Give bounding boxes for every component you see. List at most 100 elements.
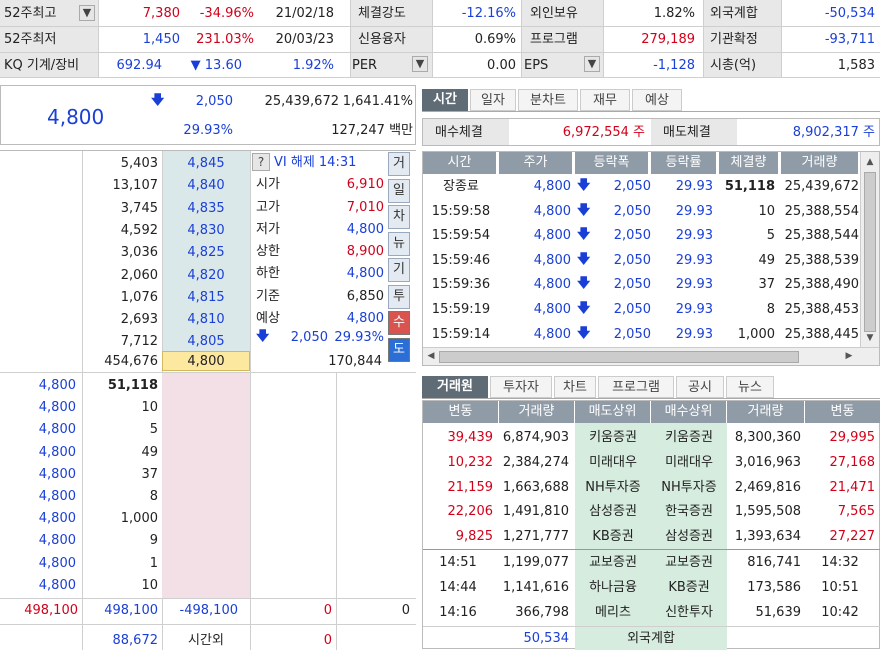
- tick-header[interactable]: 거래량: [781, 152, 859, 174]
- bid-price[interactable]: 4,800: [0, 446, 76, 459]
- broker-sell-name[interactable]: NH투자증: [575, 481, 651, 494]
- arrow-down-icon: 🡇: [577, 276, 591, 292]
- bid-price[interactable]: 4,800: [0, 534, 76, 547]
- summary-grid: 52주최고 ▼ 7,380 -34.96% 21/02/18 체결강도 -12.…: [0, 0, 880, 78]
- broker-buy-name[interactable]: 키움증권: [651, 431, 727, 444]
- broker-buy-name[interactable]: 미래대우: [651, 456, 727, 469]
- tab-time-4[interactable]: 예상: [632, 89, 682, 111]
- price-box: 4,800 🡇 2,050 25,439,672 1,641.41% 29.93…: [0, 85, 416, 145]
- tab-broker-3[interactable]: 프로그램: [598, 376, 674, 398]
- side-tab[interactable]: 뉴: [388, 231, 410, 256]
- broker-sell-volume: 2,384,274: [502, 454, 569, 470]
- tick-time: 15:59:46: [431, 252, 491, 268]
- chevron-down-icon[interactable]: ▼: [79, 5, 95, 21]
- tick-qty: 1,000: [737, 326, 775, 342]
- side-tab[interactable]: 투: [388, 284, 410, 309]
- broker-sell-change: 21,159: [447, 479, 494, 495]
- broker-buy-name[interactable]: 삼성증권: [651, 530, 727, 543]
- broker-sell-name[interactable]: 하나금융: [575, 581, 651, 594]
- tab-time-3[interactable]: 재무: [580, 89, 630, 111]
- bid-price[interactable]: 4,800: [0, 557, 76, 570]
- tick-price: 4,800: [533, 326, 571, 342]
- scroll-down-icon[interactable]: ▼: [864, 332, 876, 344]
- ask-price[interactable]: 4,805: [162, 335, 250, 348]
- volume: 25,439,672: [264, 94, 339, 109]
- info-value: 6,910: [346, 177, 384, 192]
- scroll-right-icon[interactable]: ▶: [843, 351, 855, 361]
- broker-sell-name[interactable]: 미래대우: [575, 456, 651, 469]
- tab-time-0[interactable]: 시간: [422, 89, 468, 111]
- broker-header: 거래량: [727, 401, 805, 423]
- horizontal-scrollbar[interactable]: ◀ ▶: [423, 347, 879, 365]
- tick-time: 장종료: [443, 179, 479, 194]
- ask-price[interactable]: 4,835: [162, 202, 250, 215]
- total-bid-qty: 170,844: [328, 354, 382, 369]
- broker-buy-change: 29,995: [829, 430, 876, 445]
- side-tab[interactable]: 거: [388, 152, 410, 176]
- side-tab[interactable]: 차: [388, 205, 410, 229]
- tab-broker-1[interactable]: 투자자: [490, 376, 552, 398]
- side-tab[interactable]: 기: [388, 258, 410, 282]
- foot-c: -498,100: [179, 603, 238, 618]
- scroll-left-icon[interactable]: ◀: [425, 351, 437, 361]
- tab-broker-2[interactable]: 차트: [554, 376, 596, 398]
- tick-qty: 37: [758, 277, 775, 293]
- ask-price[interactable]: 4,840: [162, 179, 250, 192]
- tick-rate: 29.93: [675, 228, 713, 244]
- bid-price[interactable]: 4,800: [0, 468, 76, 481]
- help-button[interactable]: ?: [252, 153, 270, 171]
- ask-price[interactable]: 4,830: [162, 224, 250, 237]
- tab-time-2[interactable]: 분차트: [518, 89, 578, 111]
- foreign-sum-label: 외국계합: [627, 631, 675, 646]
- bid-price[interactable]: 4,800: [0, 423, 76, 436]
- broker-sell-name[interactable]: 메리츠: [575, 606, 651, 619]
- tab-broker-0[interactable]: 거래원: [422, 376, 488, 398]
- broker-buy-name[interactable]: 교보증권: [651, 556, 727, 569]
- bid-price[interactable]: 4,800: [0, 579, 76, 592]
- ask-price[interactable]: 4,810: [162, 313, 250, 326]
- chevron-down-icon[interactable]: ▼: [584, 56, 600, 72]
- ask-price[interactable]: 4,825: [162, 246, 250, 259]
- bid-price[interactable]: 4,800: [0, 401, 76, 414]
- broker-buy-name[interactable]: KB증권: [651, 581, 727, 594]
- info-value: 4,800: [346, 311, 384, 326]
- tick-header[interactable]: 주가: [499, 152, 573, 174]
- broker-sell-name[interactable]: KB증권: [575, 530, 651, 543]
- side-tab[interactable]: 수: [388, 311, 410, 335]
- tab-broker-5[interactable]: 뉴스: [726, 376, 774, 398]
- broker-sell-name[interactable]: 교보증권: [575, 556, 651, 569]
- tick-header[interactable]: 등락폭: [575, 152, 649, 174]
- scroll-up-icon[interactable]: ▲: [864, 156, 876, 168]
- tick-header[interactable]: 등락률: [651, 152, 717, 174]
- ask-qty: 7,712: [120, 334, 158, 350]
- tab-time-1[interactable]: 일자: [470, 89, 516, 111]
- side-tab[interactable]: 일: [388, 178, 410, 203]
- broker-buy-name[interactable]: 신한투자: [651, 606, 727, 619]
- broker-buy-name[interactable]: NH투자증: [651, 481, 727, 494]
- broker-sell-volume: 1,271,777: [502, 529, 569, 545]
- tick-header[interactable]: 시간: [423, 152, 497, 174]
- arrow-down-icon: 🡇: [151, 93, 165, 108]
- info-label: 예상: [256, 311, 280, 326]
- tick-header[interactable]: 체결량: [719, 152, 779, 174]
- pct-52w-high: -34.96%: [199, 6, 254, 21]
- ask-price[interactable]: 4,845: [162, 157, 250, 170]
- broker-table: 변동 거래량 매도상위 매수상위 거래량 변동 39,439 6,874,903 키움증권 키움…: [422, 400, 880, 650]
- bid-price[interactable]: 4,800: [0, 512, 76, 525]
- tick-volume: 25,388,554: [784, 203, 859, 219]
- bid-price[interactable]: 4,800: [0, 379, 76, 392]
- tick-time: 15:59:54: [431, 228, 491, 244]
- vertical-scrollbar[interactable]: ▲ ▼: [860, 152, 879, 347]
- broker-buy-name[interactable]: 한국증권: [651, 505, 727, 518]
- bid-price[interactable]: 4,800: [0, 490, 76, 503]
- value-program: 279,189: [641, 32, 695, 47]
- tab-broker-4[interactable]: 공시: [676, 376, 724, 398]
- broker-sell-name[interactable]: 키움증권: [575, 431, 651, 444]
- chevron-down-icon[interactable]: ▼: [412, 56, 428, 72]
- ask-price[interactable]: 4,815: [162, 291, 250, 304]
- broker-sell-name[interactable]: 삼성증권: [575, 505, 651, 518]
- bid-qty: 37: [141, 466, 158, 482]
- tick-change: 2,050: [613, 203, 651, 219]
- ask-price[interactable]: 4,820: [162, 269, 250, 282]
- side-tab[interactable]: 도: [388, 337, 410, 362]
